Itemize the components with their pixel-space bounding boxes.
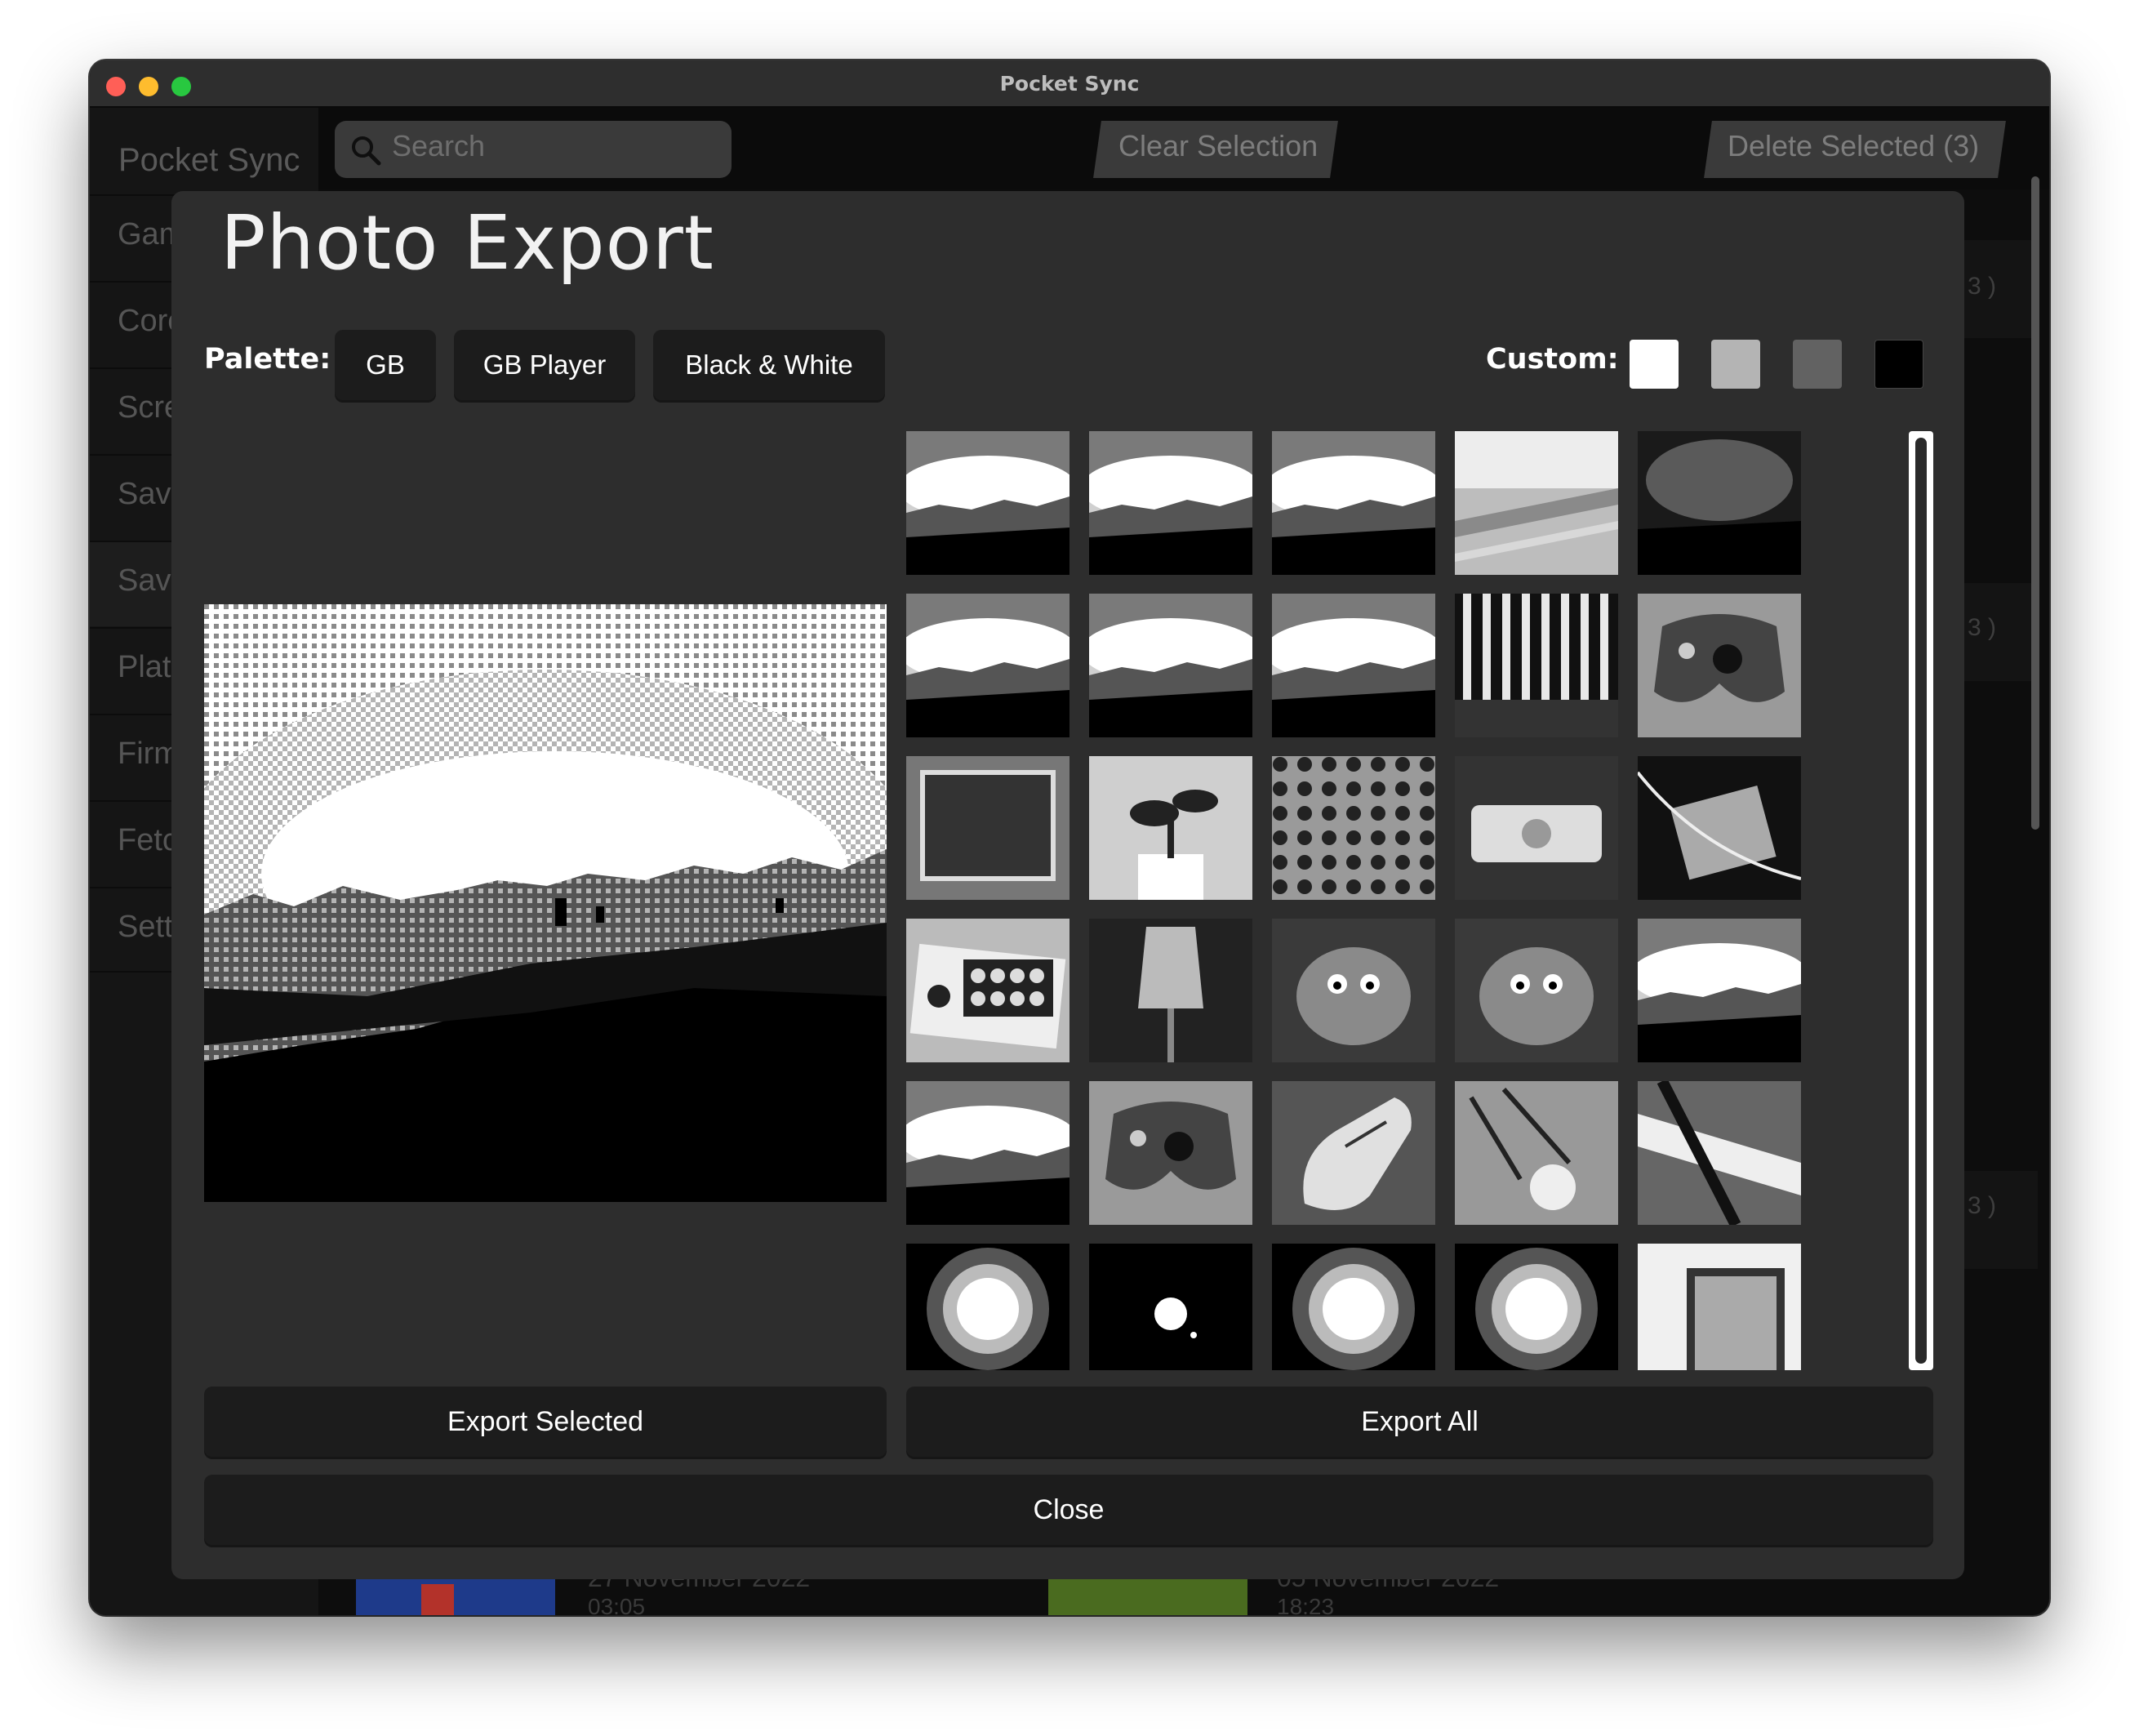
photo-thumbnail[interactable] (1089, 919, 1252, 1062)
photo-thumbnail[interactable] (1089, 1244, 1252, 1370)
photo-thumbnail-image (1272, 1244, 1435, 1370)
photo-thumbnail-image (1089, 756, 1252, 900)
palette-gb-player-button[interactable]: GB Player (454, 330, 635, 400)
photo-thumbnail[interactable] (1089, 431, 1252, 575)
card-count: 3 ) (1968, 614, 1997, 641)
custom-palette-label: Custom: (1486, 343, 1619, 376)
photo-thumbnail-image (1089, 919, 1252, 1062)
photo-thumbnail-image (1455, 756, 1618, 900)
photo-thumbnail[interactable] (906, 756, 1070, 900)
palette-black-white-button[interactable]: Black & White (653, 330, 885, 400)
card-time: 03:05 (588, 1594, 646, 1615)
card-count: 3 ) (1968, 273, 1997, 300)
photo-thumbnail-image (1089, 1081, 1252, 1225)
photo-thumbnail[interactable] (1272, 1244, 1435, 1370)
photo-thumbnail[interactable] (1089, 1081, 1252, 1225)
modal-title: Photo Export (220, 199, 714, 287)
export-selected-button[interactable]: Export Selected (204, 1387, 887, 1457)
photo-thumbnail-image (1272, 756, 1435, 900)
photo-thumbnail-image (1638, 1081, 1801, 1225)
main-scrollbar-thumb[interactable] (2031, 176, 2039, 830)
photo-thumbnail-image (1089, 431, 1252, 575)
photo-thumbnail[interactable] (1455, 594, 1618, 737)
photo-thumbnail-image (1089, 1244, 1252, 1370)
photo-thumbnail[interactable] (1272, 756, 1435, 900)
clear-selection-label: Clear Selection (1118, 129, 1319, 162)
photo-preview (170, 604, 921, 1202)
delete-selected-label: Delete Selected (3) (1728, 129, 1980, 162)
photo-thumbnail-image (1272, 431, 1435, 575)
photo-thumbnail[interactable] (906, 1244, 1070, 1370)
card-time: 18:23 (1277, 1594, 1335, 1615)
photo-thumbnail-image (1272, 919, 1435, 1062)
search-placeholder: Search (392, 129, 486, 162)
photo-thumbnail[interactable] (1272, 431, 1435, 575)
photo-thumbnail[interactable] (1455, 431, 1618, 575)
palette-label: Palette: (204, 343, 331, 376)
custom-color-swatch-4[interactable] (1874, 340, 1923, 389)
app-name: Pocket Sync (118, 142, 300, 178)
photo-thumbnail-image (1638, 594, 1801, 737)
photo-thumbnail[interactable] (906, 1081, 1070, 1225)
photo-thumbnail[interactable] (1638, 1081, 1801, 1225)
custom-color-swatch-2[interactable] (1711, 340, 1760, 389)
photo-thumbnail[interactable] (1638, 756, 1801, 900)
photo-thumbnail-image (906, 594, 1070, 737)
photo-thumbnail[interactable] (906, 919, 1070, 1062)
background-card (1964, 1171, 2038, 1269)
photo-thumbnail-image (906, 1244, 1070, 1370)
palette-gb-button[interactable]: GB (335, 330, 436, 400)
photo-thumbnail[interactable] (1455, 756, 1618, 900)
photo-thumbnail[interactable] (1272, 594, 1435, 737)
photo-thumbnail[interactable] (1272, 1081, 1435, 1225)
photo-thumbnail[interactable] (1272, 919, 1435, 1062)
game-screenshot-thumbnail[interactable] (1048, 1579, 1247, 1615)
photo-thumbnail[interactable] (1638, 431, 1801, 575)
photo-thumbnail-image (1455, 594, 1618, 737)
photo-thumbnail-image (906, 756, 1070, 900)
photo-thumbnail-image (906, 1081, 1070, 1225)
search-icon (352, 136, 381, 166)
photo-thumbnail-image (1455, 919, 1618, 1062)
photo-thumbnail-image (1638, 1244, 1801, 1370)
card-count: 3 ) (1968, 1192, 1997, 1219)
close-button[interactable]: Close (204, 1475, 1933, 1545)
photo-thumbnail-image (906, 919, 1070, 1062)
photo-thumbnail[interactable] (1638, 919, 1801, 1062)
photo-thumbnail[interactable] (1089, 594, 1252, 737)
photo-thumbnail-image (1455, 1081, 1618, 1225)
export-all-button[interactable]: Export All (906, 1387, 1933, 1457)
photo-thumbnail[interactable] (1638, 594, 1801, 737)
custom-color-swatch-3[interactable] (1793, 340, 1842, 389)
photo-thumbnail[interactable] (906, 594, 1070, 737)
window-title: Pocket Sync (999, 72, 1140, 96)
photo-thumbnail-image (1455, 1244, 1618, 1370)
photo-thumbnail-image (1089, 594, 1252, 737)
photo-thumbnail-image (1638, 756, 1801, 900)
game-screenshot-thumbnail[interactable] (356, 1579, 555, 1615)
photo-thumbnail-image (1638, 431, 1801, 575)
photo-thumbnail-grid (906, 431, 1812, 1370)
photo-thumbnail[interactable] (1638, 1244, 1801, 1370)
photo-thumbnail[interactable] (1089, 756, 1252, 900)
photo-thumbnail[interactable] (1455, 1081, 1618, 1225)
photo-preview-image (170, 604, 921, 1202)
photo-thumbnail[interactable] (906, 431, 1070, 575)
app-window: Pocket Sync Pocket Sync Games Cores Scre… (90, 60, 2049, 1615)
grid-scrollbar-thumb[interactable] (1915, 438, 1927, 1364)
photo-thumbnail-image (1272, 594, 1435, 737)
photo-thumbnail-image (1272, 1081, 1435, 1225)
photo-thumbnail-image (1638, 919, 1801, 1062)
custom-color-swatch-1[interactable] (1630, 340, 1679, 389)
photo-thumbnail-image (1455, 431, 1618, 575)
photo-thumbnail[interactable] (1455, 919, 1618, 1062)
photo-thumbnail[interactable] (1455, 1244, 1618, 1370)
photo-thumbnail-image (906, 431, 1070, 575)
